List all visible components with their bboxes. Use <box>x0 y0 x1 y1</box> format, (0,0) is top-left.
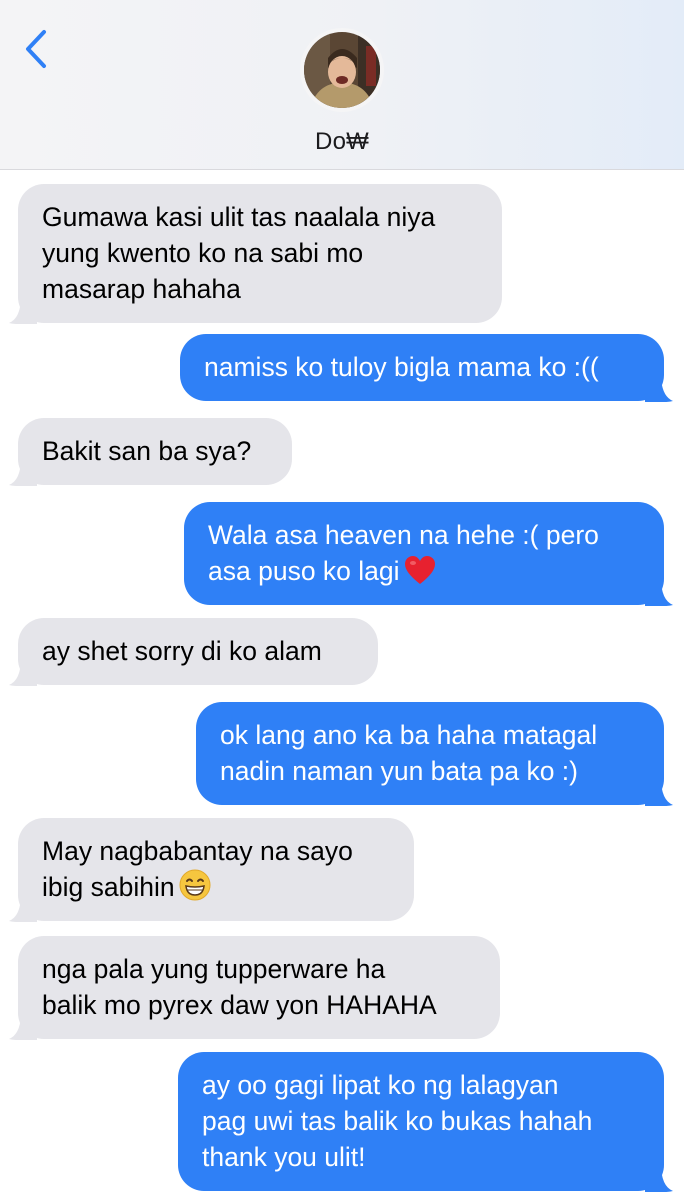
message-line-text: ibig sabihin <box>42 872 175 902</box>
message-line: namiss ko tuloy bigla mama ko :(( <box>204 352 599 382</box>
bubble-tail <box>645 778 673 806</box>
message-line: nadin naman yun bata pa ko :) <box>220 756 578 786</box>
red-heart-emoji <box>404 556 435 584</box>
received-message[interactable]: Gumawa kasi ulit tas naalala niya yung k… <box>9 184 502 324</box>
sent-message[interactable]: namiss ko tuloy bigla mama ko :(( <box>180 334 673 402</box>
message-line: balik mo pyrex daw yon HAHAHA <box>42 990 437 1020</box>
sent-message[interactable]: ay oo gagi lipat ko ng lalagyan pag uwi … <box>178 1052 673 1192</box>
avatar[interactable] <box>300 28 384 112</box>
bubble-tail <box>645 1164 673 1192</box>
message-line-text: asa puso ko lagi <box>208 556 400 586</box>
message-line: ok lang ano ka ba haha matagal <box>220 720 598 750</box>
bubble-tail <box>645 374 673 402</box>
received-message[interactable]: nga pala yung tupperware ha balik mo pyr… <box>9 936 500 1040</box>
bubble-tail <box>645 578 673 606</box>
bubble-tail <box>9 658 37 686</box>
message-line: Wala asa heaven na hehe :( pero <box>208 520 599 550</box>
message-line: May nagbabantay na sayo <box>42 836 353 866</box>
chevron-left-icon <box>26 30 46 68</box>
bubble-tail <box>9 458 37 486</box>
sent-message[interactable]: Wala asa heaven na hehe :( pero asa puso… <box>184 502 673 606</box>
contact-avatar-photo <box>300 28 384 112</box>
message-line: asa puso ko lagi <box>208 553 640 589</box>
grinning-face-emoji <box>179 869 211 901</box>
bubble-tail <box>9 296 37 324</box>
back-button[interactable] <box>18 26 58 72</box>
message-line: Gumawa kasi ulit tas naalala niya <box>42 202 436 232</box>
conversation-header: Do₩ <box>0 0 684 170</box>
bubble-tail <box>9 894 37 922</box>
message-line: masarap hahaha <box>42 274 241 304</box>
bubble-tail <box>9 1012 37 1040</box>
message-line: ibig sabihin <box>42 869 390 905</box>
received-message[interactable]: May nagbabantay na sayo ibig sabihin <box>9 818 414 922</box>
message-line: yung kwento ko na sabi mo <box>42 238 364 268</box>
sent-message[interactable]: ok lang ano ka ba haha matagal nadin nam… <box>196 702 673 806</box>
message-line: ay shet sorry di ko alam <box>42 636 322 666</box>
message-line: pag uwi tas balik ko bukas hahah <box>202 1106 593 1136</box>
received-message[interactable]: Bakit san ba sya? <box>9 418 292 486</box>
message-line: ay oo gagi lipat ko ng lalagyan <box>202 1070 559 1100</box>
message-line: nga pala yung tupperware ha <box>42 954 386 984</box>
received-message[interactable]: ay shet sorry di ko alam <box>9 618 378 686</box>
message-line: Bakit san ba sya? <box>42 436 252 466</box>
message-line: thank you ulit! <box>202 1142 366 1172</box>
contact-name[interactable]: Do₩ <box>0 128 684 156</box>
